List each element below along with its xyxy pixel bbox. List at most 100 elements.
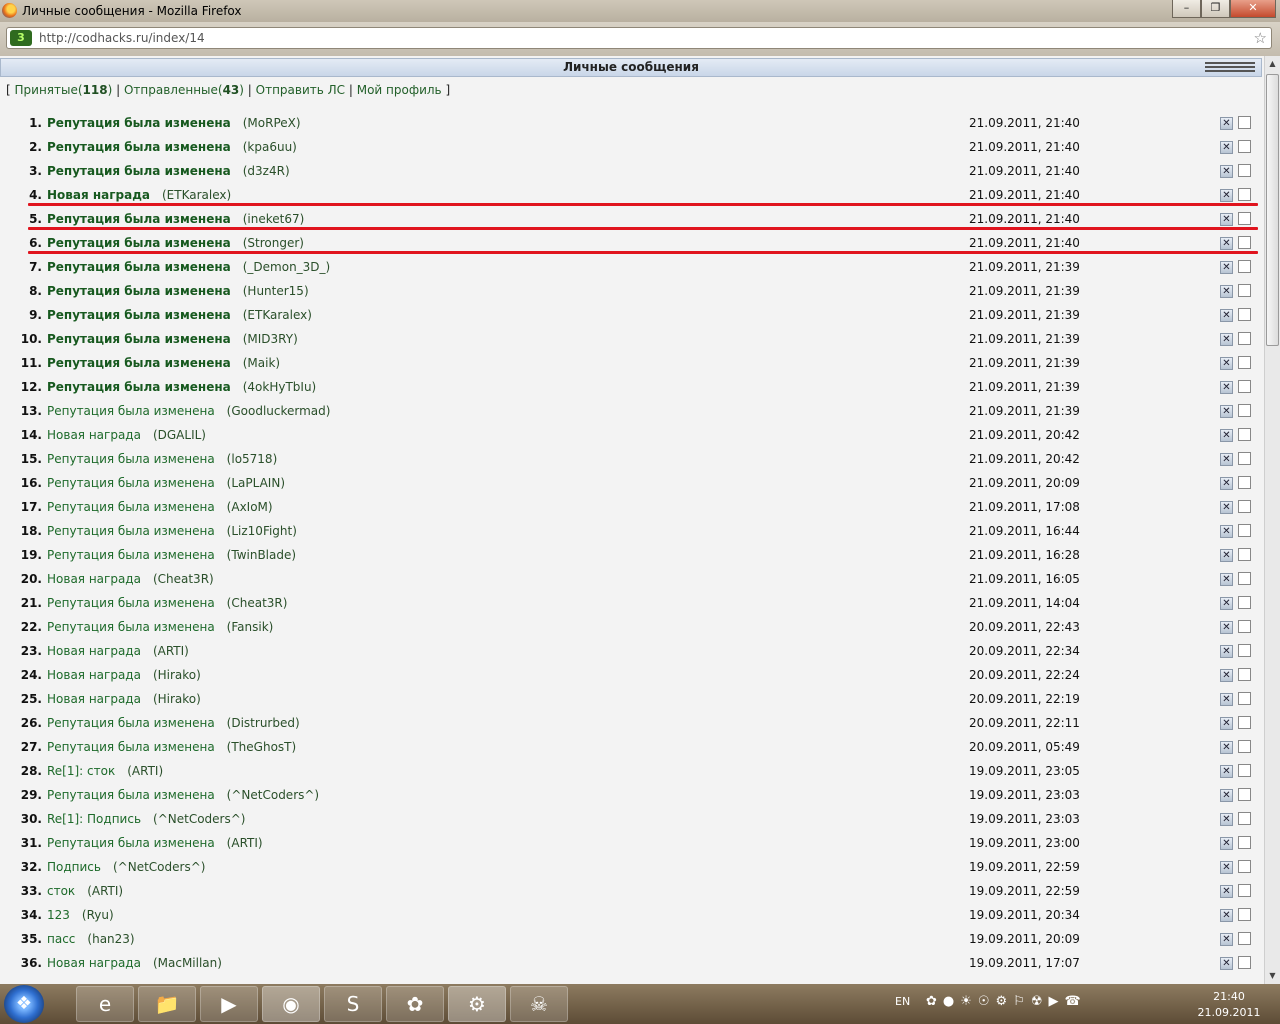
select-checkbox[interactable] [1238, 620, 1251, 633]
delete-icon[interactable]: ✕ [1220, 525, 1233, 538]
message-subject[interactable]: Репутация была изменена [47, 836, 215, 850]
delete-icon[interactable]: ✕ [1220, 717, 1233, 730]
select-checkbox[interactable] [1238, 644, 1251, 657]
message-subject[interactable]: сток [47, 884, 75, 898]
delete-icon[interactable]: ✕ [1220, 333, 1233, 346]
message-sender[interactable]: (MoRPeX) [243, 116, 301, 130]
message-subject[interactable]: Репутация была изменена [47, 476, 215, 490]
select-checkbox[interactable] [1238, 788, 1251, 801]
message-subject[interactable]: Репутация была изменена [47, 356, 231, 370]
select-checkbox[interactable] [1238, 260, 1251, 273]
message-sender[interactable]: (^NetCoders^) [227, 788, 319, 802]
delete-icon[interactable]: ✕ [1220, 357, 1233, 370]
scroll-thumb[interactable] [1266, 74, 1279, 346]
message-sender[interactable]: (ineket67) [243, 212, 305, 226]
message-subject-link[interactable]: Репутация была изменена (ETKaralex) [47, 304, 312, 326]
message-subject[interactable]: Репутация была изменена [47, 332, 231, 346]
delete-icon[interactable]: ✕ [1220, 477, 1233, 490]
folder-icon[interactable]: 📁 [138, 986, 196, 1022]
message-sender[interactable]: (Hunter15) [243, 284, 309, 298]
message-subject[interactable]: Новая награда [47, 188, 150, 202]
delete-icon[interactable]: ✕ [1220, 693, 1233, 706]
vertical-scrollbar[interactable]: ▲ ▼ [1264, 56, 1280, 984]
minimize-button[interactable]: – [1172, 0, 1201, 18]
delete-icon[interactable]: ✕ [1220, 909, 1233, 922]
message-subject-link[interactable]: Re[1]: Подпись (^NetCoders^) [47, 808, 245, 830]
message-subject-link[interactable]: Репутация была изменена (4okHyTbIu) [47, 376, 316, 398]
message-subject-link[interactable]: Новая награда (Hirako) [47, 688, 201, 710]
message-subject-link[interactable]: Репутация была изменена (ARTI) [47, 832, 263, 854]
message-sender[interactable]: (ARTI) [153, 644, 189, 658]
select-checkbox[interactable] [1238, 236, 1251, 249]
message-sender[interactable]: (MacMillan) [153, 956, 222, 970]
select-checkbox[interactable] [1238, 332, 1251, 345]
sent-link[interactable]: Отправленные(43) [124, 83, 244, 97]
message-subject[interactable]: Репутация была изменена [47, 116, 231, 130]
select-checkbox[interactable] [1238, 524, 1251, 537]
message-subject[interactable]: Репутация была изменена [47, 524, 215, 538]
select-checkbox[interactable] [1238, 860, 1251, 873]
delete-icon[interactable]: ✕ [1220, 141, 1233, 154]
message-subject-link[interactable]: Репутация была изменена (d3z4R) [47, 160, 290, 182]
select-checkbox[interactable] [1238, 932, 1251, 945]
select-checkbox[interactable] [1238, 764, 1251, 777]
message-sender[interactable]: (ARTI) [127, 764, 163, 778]
message-subject-link[interactable]: Репутация была изменена (LaPLAIN) [47, 472, 285, 494]
message-subject[interactable]: Репутация была изменена [47, 212, 231, 226]
message-sender[interactable]: (Cheat3R) [227, 596, 288, 610]
select-checkbox[interactable] [1238, 476, 1251, 489]
message-sender[interactable]: (kpa6uu) [243, 140, 297, 154]
message-subject[interactable]: Репутация была изменена [47, 620, 215, 634]
message-sender[interactable]: (^NetCoders^) [113, 860, 205, 874]
delete-icon[interactable]: ✕ [1220, 213, 1233, 226]
message-sender[interactable]: (Maik) [243, 356, 280, 370]
skype-icon[interactable]: S [324, 986, 382, 1022]
media-player-icon[interactable]: ▶ [200, 986, 258, 1022]
delete-icon[interactable]: ✕ [1220, 405, 1233, 418]
delete-icon[interactable]: ✕ [1220, 957, 1233, 970]
delete-icon[interactable]: ✕ [1220, 237, 1233, 250]
message-subject-link[interactable]: Новая награда (Cheat3R) [47, 568, 214, 590]
message-subject[interactable]: Новая награда [47, 956, 141, 970]
delete-icon[interactable]: ✕ [1220, 549, 1233, 562]
select-checkbox[interactable] [1238, 692, 1251, 705]
message-subject[interactable]: Репутация была изменена [47, 716, 215, 730]
message-subject-link[interactable]: Репутация была изменена (^NetCoders^) [47, 784, 319, 806]
message-subject-link[interactable]: пасс (han23) [47, 928, 135, 950]
message-sender[interactable]: (TheGhosT) [227, 740, 297, 754]
message-subject-link[interactable]: Подпись (^NetCoders^) [47, 856, 205, 878]
delete-icon[interactable]: ✕ [1220, 621, 1233, 634]
message-subject-link[interactable]: Репутация была изменена (Cheat3R) [47, 592, 287, 614]
select-checkbox[interactable] [1238, 740, 1251, 753]
delete-icon[interactable]: ✕ [1220, 189, 1233, 202]
select-checkbox[interactable] [1238, 908, 1251, 921]
message-subject[interactable]: Новая награда [47, 692, 141, 706]
message-subject-link[interactable]: Новая награда (Hirako) [47, 664, 201, 686]
message-subject[interactable]: Репутация была изменена [47, 164, 231, 178]
delete-icon[interactable]: ✕ [1220, 933, 1233, 946]
message-subject-link[interactable]: Репутация была изменена (TheGhosT) [47, 736, 296, 758]
message-sender[interactable]: (d3z4R) [243, 164, 290, 178]
internet-explorer-icon[interactable]: e [76, 986, 134, 1022]
message-subject-link[interactable]: сток (ARTI) [47, 880, 123, 902]
scroll-up-icon[interactable]: ▲ [1265, 56, 1280, 72]
delete-icon[interactable]: ✕ [1220, 597, 1233, 610]
language-indicator[interactable]: EN [895, 995, 910, 1008]
url-text[interactable]: http://codhacks.ru/index/14 [39, 31, 205, 45]
select-checkbox[interactable] [1238, 284, 1251, 297]
message-sender[interactable]: (lo5718) [227, 452, 278, 466]
scroll-down-icon[interactable]: ▼ [1265, 968, 1280, 984]
select-checkbox[interactable] [1238, 452, 1251, 465]
delete-icon[interactable]: ✕ [1220, 165, 1233, 178]
message-sender[interactable]: (^NetCoders^) [153, 812, 245, 826]
game-icon[interactable]: ☠ [510, 986, 568, 1022]
message-subject-link[interactable]: Репутация была изменена (Goodluckermad) [47, 400, 330, 422]
delete-icon[interactable]: ✕ [1220, 837, 1233, 850]
message-sender[interactable]: (Distrurbed) [227, 716, 300, 730]
message-subject-link[interactable]: Новая награда (ARTI) [47, 640, 189, 662]
message-sender[interactable]: (Stronger) [243, 236, 304, 250]
message-subject[interactable]: Репутация была изменена [47, 260, 231, 274]
select-checkbox[interactable] [1238, 668, 1251, 681]
select-checkbox[interactable] [1238, 140, 1251, 153]
message-subject[interactable]: Репутация была изменена [47, 500, 215, 514]
